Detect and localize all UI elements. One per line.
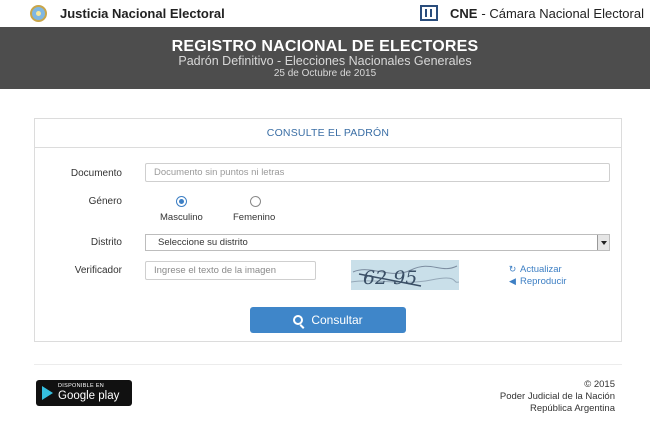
org-line-1: Poder Judicial de la Nación (499, 391, 615, 402)
verificador-label: Verificador (74, 265, 122, 276)
genero-label: Género (88, 196, 122, 207)
captcha-text: 62 95 (363, 267, 417, 289)
store-small-text: DISPONIBLE EN (58, 383, 105, 389)
captcha-image: 62 95 (351, 260, 459, 290)
org-line-2: República Argentina (529, 403, 615, 414)
distrito-selected-value: Seleccione su distrito (158, 237, 248, 248)
election-date: 25 de Octubre de 2015 (273, 68, 377, 79)
actualizar-link[interactable]: ↻ Actualizar (508, 264, 562, 275)
panel-heading: CONSULTE EL PADRÓN (35, 119, 621, 148)
documento-placeholder: Documento sin puntos ni letras (154, 167, 285, 178)
verificador-input[interactable]: Ingrese el texto de la imagen (145, 261, 316, 280)
femenino-label[interactable]: Femenino (233, 212, 275, 223)
masculino-label[interactable]: Masculino (160, 212, 203, 223)
argentina-seal-icon (30, 4, 47, 22)
consultar-label: Consultar (311, 313, 363, 327)
documento-label: Documento (70, 168, 122, 179)
copyright: © 2015 (584, 379, 615, 390)
consultar-button[interactable]: Consultar (250, 307, 406, 333)
speaker-icon: ◀ (509, 276, 516, 286)
search-icon (293, 315, 304, 325)
femenino-radio[interactable] (250, 196, 261, 207)
verificador-placeholder: Ingrese el texto de la imagen (154, 265, 276, 276)
page-banner: REGISTRO NACIONAL DE ELECTORES Padrón De… (0, 27, 650, 89)
chevron-down-icon[interactable] (597, 235, 609, 250)
refresh-icon: ↻ (508, 264, 517, 274)
top-bar: Justicia Nacional Electoral CNE - Cámara… (0, 0, 650, 27)
site-brand[interactable]: Justicia Nacional Electoral (30, 4, 225, 22)
reproducir-label: Reproducir (520, 276, 567, 287)
page-subtitle: Padrón Definitivo - Elecciones Nacionale… (178, 54, 472, 68)
site-title: Justicia Nacional Electoral (60, 5, 225, 21)
masculino-radio[interactable] (176, 196, 187, 207)
cne-logo-icon (419, 5, 438, 21)
documento-input[interactable]: Documento sin puntos ni letras (145, 163, 610, 182)
cne-brand[interactable]: CNE - Cámara Nacional Electoral (419, 4, 644, 22)
cne-abbrev: CNE (449, 5, 478, 21)
footer-divider (34, 364, 622, 365)
cne-title: - Cámara Nacional Electoral (481, 5, 644, 21)
store-big-text: Google play (58, 390, 120, 402)
reproducir-link[interactable]: ◀ Reproducir (508, 276, 566, 287)
google-play-badge[interactable]: DISPONIBLE EN Google play (36, 380, 132, 406)
footer-info: © 2015 Poder Judicial de la Nación Repúb… (500, 379, 615, 415)
actualizar-label: Actualizar (520, 264, 562, 275)
google-play-icon (42, 386, 53, 400)
distrito-select[interactable]: Seleccione su distrito (145, 234, 610, 251)
distrito-label: Distrito (90, 237, 122, 248)
